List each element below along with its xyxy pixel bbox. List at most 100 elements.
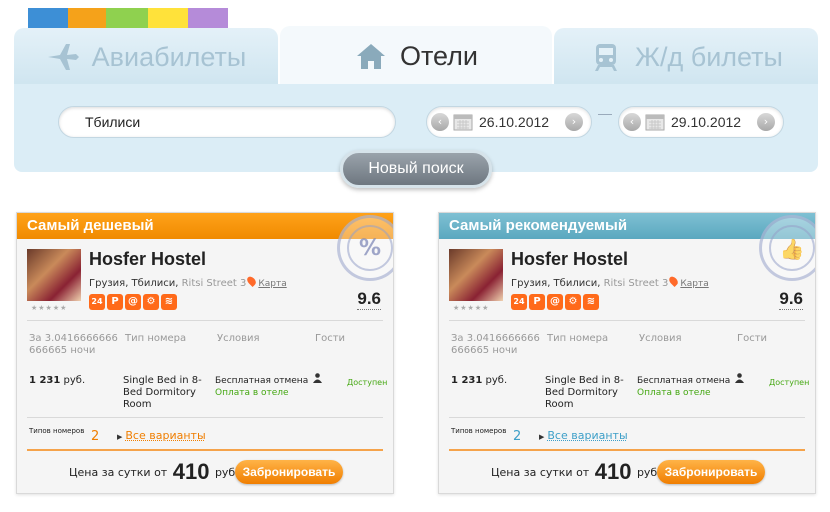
calendar-icon[interactable] bbox=[645, 113, 665, 131]
room-price: 1 231 руб. bbox=[451, 375, 507, 387]
divider bbox=[449, 449, 805, 451]
chevron-left-icon[interactable]: ‹ bbox=[431, 113, 449, 131]
column-header-period: За 3.0416666666666665 ночи bbox=[29, 333, 118, 356]
divider bbox=[449, 417, 805, 418]
calendar-icon[interactable] bbox=[453, 113, 473, 131]
new-search-button[interactable]: Новый поиск bbox=[340, 150, 492, 188]
room-conditions: Бесплатная отмена Оплата в отеле bbox=[215, 375, 319, 399]
room-price: 1 231 руб. bbox=[29, 375, 85, 387]
availability-status: Доступен bbox=[769, 378, 810, 387]
hotel-photo[interactable] bbox=[449, 249, 503, 301]
all-variants-link[interactable]: ▶ Все варианты bbox=[539, 429, 628, 442]
tab-hotels-label: Отели bbox=[399, 40, 479, 71]
person-icon bbox=[313, 373, 322, 383]
all-variants-label: Все варианты bbox=[547, 429, 628, 442]
free-cancellation: Бесплатная отмена bbox=[637, 376, 731, 386]
price-per-night: Цена за сутки от 410 руб. bbox=[69, 459, 239, 485]
hotel-address-city: Грузия, Тбилиси, bbox=[89, 278, 179, 289]
hotel-rating[interactable]: 9.6 bbox=[357, 289, 381, 310]
tab-trains-label: Ж/д билеты bbox=[635, 41, 783, 72]
hotel-address: Грузия, Тбилиси, Ritsi Street 3 Карта bbox=[511, 274, 709, 289]
column-header-room-type: Тип номера bbox=[547, 333, 609, 344]
house-icon bbox=[354, 41, 388, 71]
hotel-rating[interactable]: 9.6 bbox=[779, 289, 803, 310]
search-type-tabs: Авиабилеты Отели Ж/д билеты bbox=[14, 26, 818, 86]
room-price-unit: руб. bbox=[485, 375, 508, 386]
hotel-photo[interactable] bbox=[27, 249, 81, 301]
thumbs-up-stamp-icon: 👍 bbox=[759, 215, 815, 281]
wifi-icon: ≋ bbox=[161, 294, 177, 310]
all-variants-link[interactable]: ▶ Все варианты bbox=[117, 429, 206, 442]
hotel-name[interactable]: Hosfer Hostel bbox=[511, 249, 628, 270]
triangle-right-icon: ▶ bbox=[539, 433, 545, 441]
divider bbox=[27, 320, 383, 321]
checkin-date-picker[interactable]: ‹ 26.10.2012 › bbox=[426, 106, 592, 138]
chevron-left-icon[interactable]: ‹ bbox=[623, 113, 641, 131]
checkin-date-value: 26.10.2012 bbox=[479, 114, 550, 130]
pay-at-hotel: Оплата в отеле bbox=[637, 388, 711, 398]
card-header: Самый дешевый bbox=[17, 213, 393, 239]
chevron-right-icon[interactable]: › bbox=[565, 113, 583, 131]
room-conditions: Бесплатная отмена Оплата в отеле bbox=[637, 375, 741, 399]
room-types-count: 2 bbox=[91, 429, 100, 444]
result-card-cheapest: Самый дешевый % ★★★★★ Hosfer Hostel Груз… bbox=[16, 212, 394, 494]
all-variants-label: Все варианты bbox=[125, 429, 206, 442]
column-header-conditions: Условия bbox=[639, 333, 682, 344]
divider bbox=[449, 320, 805, 321]
hotel-address-city: Грузия, Тбилиси, bbox=[511, 278, 601, 289]
hotel-address-street: Ritsi Street 3 bbox=[603, 278, 669, 289]
wifi-icon: ≋ bbox=[583, 294, 599, 310]
amenities-list: 24 P @ ⚙ ≋ bbox=[511, 294, 599, 310]
person-icon bbox=[735, 373, 744, 383]
internet-icon: @ bbox=[125, 294, 141, 310]
airplane-icon bbox=[46, 42, 80, 72]
services-icon: ⚙ bbox=[565, 294, 581, 310]
column-header-room-type: Тип номера bbox=[125, 333, 187, 344]
internet-icon: @ bbox=[547, 294, 563, 310]
book-button[interactable]: Забронировать bbox=[657, 460, 765, 484]
divider bbox=[27, 449, 383, 451]
card-header: Самый рекомендуемый bbox=[439, 213, 815, 239]
reception-24h-icon: 24 bbox=[89, 294, 105, 310]
tab-hotels[interactable]: Отели bbox=[280, 26, 552, 86]
divider bbox=[27, 417, 383, 418]
room-price-unit: руб. bbox=[63, 375, 86, 386]
date-separator bbox=[598, 114, 612, 115]
result-card-recommended: Самый рекомендуемый 👍 ★★★★★ Hosfer Hoste… bbox=[438, 212, 816, 494]
tab-trains[interactable]: Ж/д билеты bbox=[554, 28, 818, 86]
services-icon: ⚙ bbox=[143, 294, 159, 310]
chevron-right-icon[interactable]: › bbox=[757, 113, 775, 131]
hotel-address: Грузия, Тбилиси, Ritsi Street 3 Карта bbox=[89, 274, 287, 289]
city-input[interactable] bbox=[58, 106, 396, 138]
price-per-night-value: 410 bbox=[594, 459, 632, 484]
tab-flights[interactable]: Авиабилеты bbox=[14, 28, 278, 86]
map-link[interactable]: Карта bbox=[680, 279, 708, 289]
hotel-stars-icon: ★★★★★ bbox=[453, 304, 490, 312]
tab-flights-label: Авиабилеты bbox=[91, 41, 247, 72]
hotel-address-street: Ritsi Street 3 bbox=[181, 278, 247, 289]
amenities-list: 24 P @ ⚙ ≋ bbox=[89, 294, 177, 310]
triangle-right-icon: ▶ bbox=[117, 433, 123, 441]
price-per-night-value: 410 bbox=[172, 459, 210, 484]
train-icon bbox=[589, 42, 623, 72]
parking-icon: P bbox=[107, 294, 123, 310]
price-per-night-prefix: Цена за сутки от bbox=[491, 466, 590, 479]
room-types-label: Типов номеров bbox=[451, 427, 507, 435]
room-type: Single Bed in 8-Bed Dormitory Room bbox=[545, 375, 624, 410]
map-link[interactable]: Карта bbox=[258, 279, 286, 289]
logo-color-strip bbox=[28, 8, 228, 28]
checkout-date-picker[interactable]: ‹ 29.10.2012 › bbox=[618, 106, 784, 138]
availability-status: Доступен bbox=[347, 378, 388, 387]
room-price-value: 1 231 bbox=[29, 375, 61, 386]
map-pin-icon bbox=[667, 274, 680, 288]
hotel-stars-icon: ★★★★★ bbox=[31, 304, 68, 312]
map-pin-icon bbox=[245, 274, 258, 288]
room-types-label: Типов номеров bbox=[29, 427, 85, 435]
book-button[interactable]: Забронировать bbox=[235, 460, 343, 484]
room-types-count: 2 bbox=[513, 429, 522, 444]
column-header-guests: Гости bbox=[737, 333, 768, 344]
hotel-name[interactable]: Hosfer Hostel bbox=[89, 249, 206, 270]
stamp-glyph: 👍 bbox=[769, 225, 815, 271]
price-per-night: Цена за сутки от 410 руб. bbox=[491, 459, 661, 485]
checkout-date-value: 29.10.2012 bbox=[671, 114, 742, 130]
